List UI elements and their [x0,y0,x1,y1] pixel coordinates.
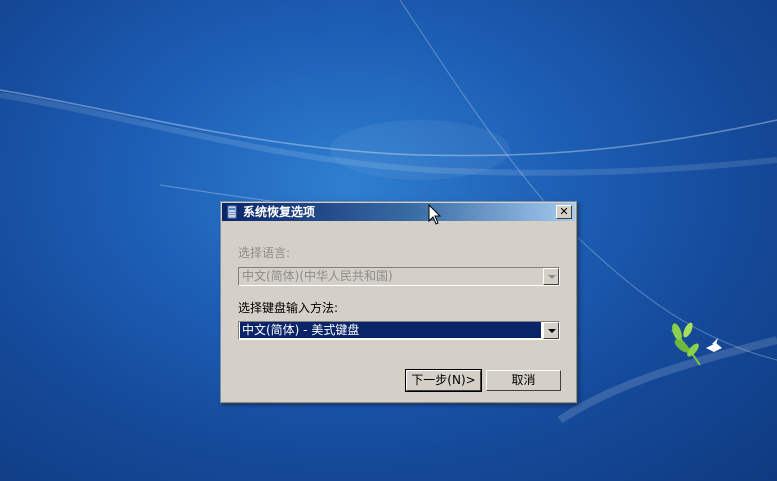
language-value: 中文(简体)(中华人民共和国) [242,269,393,283]
system-recovery-dialog: 系统恢复选项 ✕ 选择语言: 中文(简体)(中华人民共和国) 选择键盘输入方法:… [220,201,577,403]
close-icon: ✕ [559,205,569,218]
keyboard-dropdown-button[interactable] [543,322,559,339]
chevron-down-icon [548,329,556,333]
keyboard-label: 选择键盘输入方法: [238,301,339,315]
language-dropdown-button [543,268,559,285]
next-button[interactable]: 下一步(N)> [405,369,482,392]
language-select: 中文(简体)(中华人民共和国) [238,267,560,286]
cancel-button[interactable]: 取消 [486,370,561,391]
close-button[interactable]: ✕ [556,205,572,219]
keyboard-select[interactable]: 中文(简体) - 美式键盘 [238,321,560,340]
language-label: 选择语言: [238,246,291,260]
recovery-tool-icon [227,205,237,219]
dialog-titlebar[interactable]: 系统恢复选项 ✕ [222,203,575,221]
keyboard-value[interactable]: 中文(简体) - 美式键盘 [240,322,541,338]
dialog-title: 系统恢复选项 [243,205,316,219]
desktop: 系统恢复选项 ✕ 选择语言: 中文(简体)(中华人民共和国) 选择键盘输入方法:… [0,0,777,481]
mouse-pointer-icon [428,204,442,225]
chevron-down-icon [548,275,556,279]
